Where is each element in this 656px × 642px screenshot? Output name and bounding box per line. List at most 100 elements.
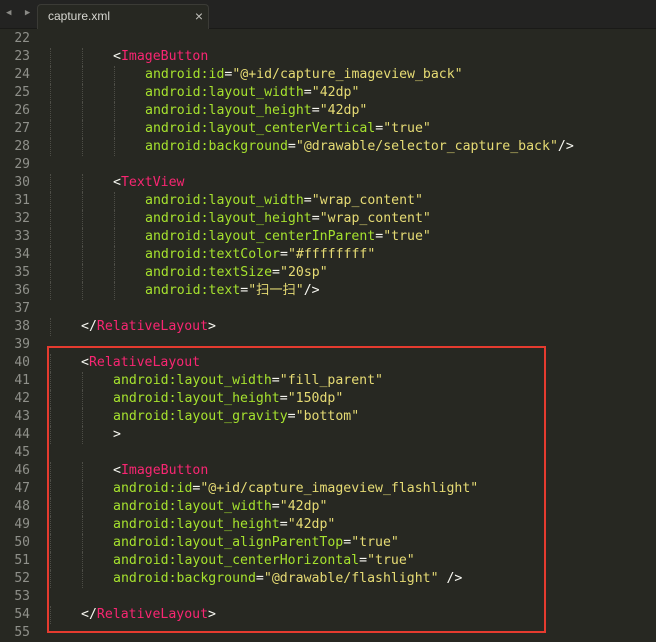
code-text: android:layout_height="42dp" <box>145 102 367 120</box>
xml-string-token: "扫一扫" <box>248 283 304 298</box>
line-number: 54 <box>14 607 30 622</box>
code-line: 46 <ImageButton <box>0 462 656 480</box>
indent-guide <box>82 282 83 300</box>
code-text: android:layout_height="wrap_content" <box>145 210 431 228</box>
line-number: 48 <box>14 499 30 514</box>
xml-string-token: "150dp" <box>287 391 344 406</box>
xml-string-token: "42dp" <box>287 517 336 532</box>
line-number: 49 <box>14 517 30 532</box>
code-line: 26 android:layout_height="42dp" <box>0 102 656 120</box>
line-number: 35 <box>14 265 30 280</box>
line-number: 22 <box>14 31 30 46</box>
code-line: 42 android:layout_height="150dp" <box>0 390 656 408</box>
code-line: 40 <RelativeLayout <box>0 354 656 372</box>
xml-tag-token: TextView <box>120 175 185 190</box>
code-line: 49 android:layout_height="42dp" <box>0 516 656 534</box>
xml-punctuation-token: = <box>272 265 280 280</box>
code-text: > <box>113 426 121 444</box>
indent-guide <box>82 138 83 156</box>
xml-punctuation-token: = <box>279 391 288 406</box>
tab-capture-xml[interactable]: capture.xml × <box>37 4 209 29</box>
xml-attribute-token: android:layout_centerHorizontal <box>113 553 360 568</box>
code-editor[interactable]: 22 23 <ImageButton 24 android:id="@+id/captu… <box>0 30 656 642</box>
code-line: 47 android:id="@+id/capture_imageview_fla… <box>0 480 656 498</box>
xml-tag-token: ImageButton <box>120 49 209 64</box>
indent-guide <box>50 426 51 444</box>
code-text: android:layout_centerVertical="true" <box>145 120 431 138</box>
line-number: 44 <box>14 427 30 442</box>
code-text: android:layout_height="150dp" <box>113 390 343 408</box>
code-line: 22 <box>0 30 656 48</box>
close-icon[interactable]: × <box>195 8 203 24</box>
code-text: android:layout_width="42dp" <box>113 498 327 516</box>
indent-guide <box>82 534 83 552</box>
code-line: 36 android:text="扫一扫"/> <box>0 282 656 300</box>
indent-guide <box>82 84 83 102</box>
code-text: android:layout_alignParentTop="true" <box>113 534 399 552</box>
indent-guide <box>82 516 83 534</box>
indent-guide <box>82 228 83 246</box>
line-number: 37 <box>14 301 30 316</box>
xml-attribute-token: android:id <box>113 481 193 496</box>
xml-string-token: "fill_parent" <box>279 373 383 388</box>
xml-punctuation-token: /> <box>303 283 320 298</box>
indent-guide <box>50 534 51 552</box>
code-line: 50 android:layout_alignParentTop="true" <box>0 534 656 552</box>
indent-guide <box>50 372 51 390</box>
indent-guide <box>114 264 115 282</box>
tab-bar: ◀ ▶ capture.xml × <box>0 0 656 29</box>
code-line: 55 <box>0 624 656 642</box>
code-text: <RelativeLayout <box>81 354 200 372</box>
indent-guide <box>50 264 51 282</box>
code-line: 24 android:id="@+id/capture_imageview_bac… <box>0 66 656 84</box>
xml-string-token: "true" <box>383 229 431 244</box>
line-number: 55 <box>14 625 30 640</box>
indent-guide <box>82 462 83 480</box>
line-number: 51 <box>14 553 30 568</box>
xml-attribute-token: android:layout_gravity <box>113 409 288 424</box>
code-text: android:textSize="20sp" <box>145 264 328 282</box>
line-number: 42 <box>14 391 30 406</box>
xml-punctuation-token: = <box>287 139 296 154</box>
line-number: 32 <box>14 211 30 226</box>
indent-guide <box>50 282 51 300</box>
indent-guide <box>114 120 115 138</box>
line-number: 52 <box>14 571 30 586</box>
line-number: 33 <box>14 229 30 244</box>
indent-guide <box>82 210 83 228</box>
code-text: android:background="@drawable/flashlight… <box>113 570 462 588</box>
code-text: android:layout_gravity="bottom" <box>113 408 359 426</box>
code-line: 30 <TextView <box>0 174 656 192</box>
line-number: 30 <box>14 175 30 190</box>
code-line: 38 </RelativeLayout> <box>0 318 656 336</box>
indent-guide <box>50 228 51 246</box>
code-line: 43 android:layout_gravity="bottom" <box>0 408 656 426</box>
indent-guide <box>114 246 115 264</box>
indent-guide <box>50 354 51 372</box>
indent-guide <box>114 102 115 120</box>
xml-tag-token: RelativeLayout <box>88 355 201 370</box>
indent-guide <box>50 480 51 498</box>
xml-punctuation-token: < <box>113 175 121 190</box>
line-number: 43 <box>14 409 30 424</box>
xml-string-token: "@drawable/flashlight" <box>263 571 439 586</box>
line-number: 47 <box>14 481 30 496</box>
code-line: 48 android:layout_width="42dp" <box>0 498 656 516</box>
indent-guide <box>50 552 51 570</box>
xml-string-token: "@+id/capture_imageview_back" <box>232 67 463 82</box>
tab-nav-arrows-icon[interactable]: ◀ ▶ <box>6 8 34 18</box>
line-number: 34 <box>14 247 30 262</box>
xml-attribute-token: android:layout_width <box>145 85 304 100</box>
indent-guide <box>50 66 51 84</box>
xml-punctuation-token: > <box>208 319 216 334</box>
line-number: 50 <box>14 535 30 550</box>
xml-punctuation-token: < <box>81 355 89 370</box>
indent-guide <box>50 606 51 624</box>
code-text: android:layout_centerHorizontal="true" <box>113 552 415 570</box>
code-text: </RelativeLayout> <box>81 318 216 336</box>
tab-label: capture.xml <box>48 9 111 23</box>
indent-guide <box>114 210 115 228</box>
indent-guide <box>50 408 51 426</box>
code-text: <ImageButton <box>113 462 208 480</box>
indent-guide <box>50 84 51 102</box>
